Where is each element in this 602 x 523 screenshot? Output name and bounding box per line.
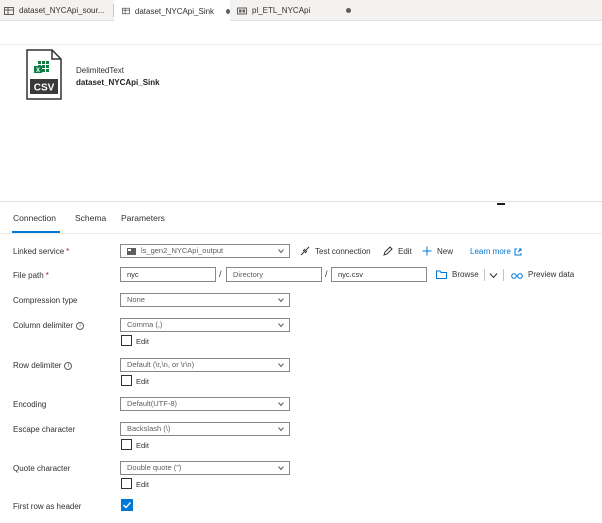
row-delimiter-edit-checkbox[interactable] [121, 375, 132, 386]
tab-label: pl_ETL_NYCApi [252, 6, 311, 15]
divider [484, 269, 485, 281]
file-name-input[interactable]: nyc.csv [331, 267, 427, 282]
new-linked-service-button[interactable]: New [422, 246, 453, 256]
compression-type-select[interactable]: None [120, 293, 290, 307]
column-delimiter-edit-checkbox[interactable] [121, 335, 132, 346]
table-icon [4, 6, 14, 15]
pencil-icon [383, 246, 393, 256]
folder-icon [436, 270, 447, 279]
tab-connection[interactable]: Connection [13, 213, 56, 223]
row-delimiter-select[interactable]: Default (\r,\n, or \r\n) [120, 358, 290, 372]
test-connection-button[interactable]: Test connection [300, 246, 371, 256]
chevron-down-icon [278, 363, 284, 368]
quote-character-label: Quote character [13, 464, 71, 473]
compression-type-label: Compression type [13, 296, 78, 305]
chevron-down-icon [278, 427, 284, 432]
dataset-name: dataset_NYCApi_Sink [76, 78, 160, 87]
preview-data-button[interactable]: Preview data [511, 270, 574, 279]
file-path-label: File path * [13, 271, 49, 280]
table-icon [122, 7, 130, 15]
checkbox-label: Edit [136, 441, 149, 450]
divider [503, 269, 504, 281]
svg-text:X: X [36, 68, 40, 74]
csv-file-icon: X CSV [26, 49, 62, 100]
tab-pipeline[interactable]: pl_ETL_NYCApi [237, 0, 352, 21]
info-icon[interactable]: i [64, 361, 73, 370]
chevron-down-icon[interactable] [489, 272, 498, 279]
glasses-icon [511, 272, 523, 279]
encoding-select[interactable]: Default(UTF-8) [120, 397, 290, 411]
learn-more-link[interactable]: Learn more [470, 247, 522, 256]
plus-icon [422, 246, 432, 256]
column-delimiter-select[interactable]: Comma (,) [120, 318, 290, 332]
divider [0, 233, 602, 234]
editor-tab-bar: dataset_NYCApi_sour... dataset_NYCApi_Si… [0, 0, 602, 22]
checkmark-icon [123, 502, 132, 509]
plug-icon [300, 246, 310, 256]
checkbox-label: Edit [136, 480, 149, 489]
linked-service-label: Linked service * [13, 247, 70, 256]
divider [0, 44, 602, 45]
chevron-down-icon [278, 466, 284, 471]
tab-dataset-sink[interactable]: dataset_NYCApi_Sink [114, 0, 230, 22]
first-row-header-checkbox[interactable] [121, 499, 133, 511]
linked-service-select[interactable]: ls_gen2_NYCApi_output [120, 244, 290, 258]
first-row-header-label: First row as header [13, 502, 82, 511]
chevron-down-icon [278, 298, 284, 303]
encoding-label: Encoding [13, 400, 47, 409]
chevron-down-icon [278, 402, 284, 407]
external-link-icon [514, 248, 522, 255]
checkbox-label: Edit [136, 377, 149, 386]
tab-label: dataset_NYCApi_Sink [134, 6, 215, 16]
edit-linked-service-button[interactable]: Edit [383, 246, 412, 256]
path-separator: / [325, 269, 328, 279]
dataset-type: DelimitedText [76, 66, 125, 75]
browse-button[interactable]: Browse [436, 270, 479, 279]
quote-character-edit-checkbox[interactable] [121, 478, 132, 489]
escape-character-select[interactable]: Backslash (\) [120, 422, 290, 436]
tab-parameters[interactable]: Parameters [121, 213, 165, 223]
info-icon[interactable]: i [76, 321, 85, 330]
container-input[interactable]: nyc [120, 267, 216, 282]
pipeline-icon [237, 7, 247, 14]
escape-character-label: Escape character [13, 425, 76, 434]
svg-text:CSV: CSV [34, 83, 55, 94]
chevron-down-icon [278, 323, 284, 328]
unsaved-dot-icon [226, 8, 230, 14]
storage-icon [127, 248, 136, 255]
tab-dataset-source[interactable]: dataset_NYCApi_sour... [4, 0, 104, 21]
checkbox-label: Edit [136, 337, 149, 346]
tab-schema[interactable]: Schema [75, 213, 106, 223]
directory-input[interactable]: Directory [226, 267, 322, 282]
unsaved-dot-icon [346, 8, 352, 13]
quote-character-select[interactable]: Double quote (") [120, 461, 290, 475]
path-separator: / [219, 269, 222, 279]
tab-label: dataset_NYCApi_sour... [19, 6, 105, 15]
column-delimiter-label: Column delimiter i [13, 321, 85, 330]
panel-splitter[interactable] [0, 201, 602, 202]
resize-grip-icon[interactable] [497, 203, 505, 205]
chevron-down-icon [278, 249, 284, 254]
escape-character-edit-checkbox[interactable] [121, 439, 132, 450]
row-delimiter-label: Row delimiter i [13, 361, 73, 370]
